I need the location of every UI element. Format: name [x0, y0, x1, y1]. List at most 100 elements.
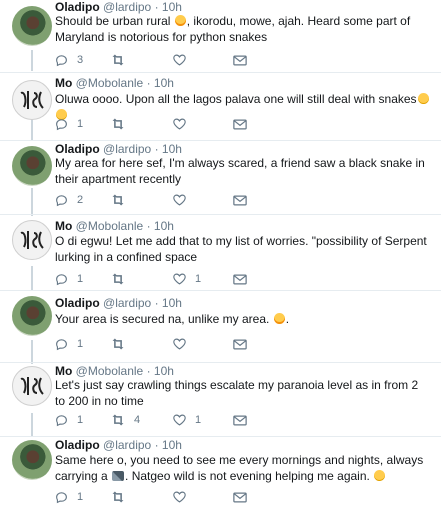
retweet-button[interactable] [111, 52, 134, 68]
retweet-button[interactable] [111, 271, 134, 287]
laughing-emoji-icon [174, 15, 186, 26]
heart-icon [173, 414, 186, 426]
author-name[interactable]: Mo [55, 364, 72, 378]
like-button[interactable]: 1 [173, 271, 201, 287]
retweet-button[interactable] [111, 336, 134, 352]
envelope-icon [233, 339, 247, 349]
retweet-button[interactable] [111, 116, 134, 132]
avatar[interactable] [12, 366, 52, 406]
tweet-text-part: Oluwa oooo. Upon all the lagos palava on… [55, 92, 417, 106]
reply-count: 1 [77, 118, 84, 130]
tweet[interactable]: Oladipo @lardipo · 10h Your area is secu… [0, 292, 441, 362]
reply-icon [56, 491, 67, 503]
dm-button[interactable] [233, 271, 247, 287]
tweet-separator [0, 362, 441, 363]
heart-icon [173, 194, 186, 206]
reply-button[interactable]: 1 [55, 336, 83, 352]
reply-button[interactable]: 1 [55, 412, 83, 428]
heart-icon [173, 491, 186, 503]
reply-count: 1 [77, 491, 84, 503]
tweet[interactable]: Mo @Mobolanle · 10h Let's just say crawl… [0, 364, 441, 436]
dm-button[interactable] [233, 489, 247, 505]
dm-button[interactable] [233, 116, 247, 132]
like-count: 1 [195, 273, 202, 285]
author-handle[interactable]: @Mobolanle [76, 76, 144, 90]
envelope-icon [233, 195, 247, 205]
author-handle[interactable]: @Mobolanle [76, 219, 144, 233]
timestamp[interactable]: 10h [162, 0, 182, 14]
separator-dot: · [146, 364, 151, 378]
heart-icon [173, 118, 186, 130]
tweet-text: Let's just say crawling things escalate … [55, 377, 430, 409]
reply-button[interactable]: 3 [55, 52, 83, 68]
author-handle[interactable]: @lardipo [103, 438, 151, 452]
like-button[interactable] [173, 116, 195, 132]
avatar[interactable] [12, 440, 52, 480]
tweet[interactable]: Oladipo @lardipo · 10h My area for here … [0, 142, 441, 214]
avatar-logo-icon [20, 91, 44, 109]
reply-icon [56, 194, 67, 206]
author-name[interactable]: Oladipo [55, 0, 100, 14]
author-handle[interactable]: @Mobolanle [76, 364, 144, 378]
timestamp[interactable]: 10h [154, 364, 174, 378]
avatar[interactable] [12, 146, 52, 186]
reply-button[interactable]: 1 [55, 116, 83, 132]
like-button[interactable] [173, 336, 195, 352]
smiling-emoji-icon [374, 470, 386, 481]
author-handle[interactable]: @lardipo [103, 0, 151, 14]
tweet-actions: 3 [55, 52, 285, 68]
timestamp[interactable]: 10h [162, 142, 182, 156]
timestamp[interactable]: 10h [162, 438, 182, 452]
tweet[interactable]: Oladipo @lardipo · 10h Same here o, you … [0, 437, 441, 503]
author-handle[interactable]: @lardipo [103, 296, 151, 310]
like-button[interactable] [173, 489, 195, 505]
reply-count: 1 [77, 414, 84, 426]
tweet-separator [0, 214, 441, 215]
retweet-button[interactable] [111, 489, 134, 505]
retweet-button[interactable]: 4 [111, 412, 140, 428]
tweet-separator [0, 72, 441, 73]
timestamp[interactable]: 10h [154, 76, 174, 90]
dm-button[interactable] [233, 192, 247, 208]
tweet-text-part: O di egwu! Let me add that to my list of… [55, 234, 427, 264]
author-name[interactable]: Oladipo [55, 438, 100, 452]
tweet-header: Oladipo @lardipo · 10h [55, 0, 182, 14]
retweet-button[interactable] [111, 192, 134, 208]
reply-icon [56, 414, 67, 426]
dm-button[interactable] [233, 412, 247, 428]
author-name[interactable]: Mo [55, 76, 72, 90]
author-name[interactable]: Oladipo [55, 296, 100, 310]
avatar-logo-icon [20, 231, 44, 249]
reply-icon [56, 54, 67, 66]
dm-button[interactable] [233, 52, 247, 68]
avatar[interactable] [12, 6, 52, 46]
author-name[interactable]: Oladipo [55, 142, 100, 156]
dm-button[interactable] [233, 336, 247, 352]
tweet-actions: 1 [55, 336, 285, 352]
tweet-actions: 1 1 [55, 271, 285, 287]
tweet[interactable]: Mo @Mobolanle · 10h O di egwu! Let me ad… [0, 216, 441, 290]
tweet-text-part: Should be urban rural [55, 14, 174, 28]
envelope-icon [233, 119, 247, 129]
tweet[interactable]: Oladipo @lardipo · 10h Should be urban r… [0, 0, 441, 72]
envelope-icon [233, 415, 247, 425]
tweet-actions: 1 [55, 489, 285, 505]
tweet-text: Should be urban rural , ikorodu, mowe, a… [55, 13, 430, 45]
reply-button[interactable]: 2 [55, 192, 83, 208]
author-name[interactable]: Mo [55, 219, 72, 233]
like-button[interactable] [173, 192, 195, 208]
author-handle[interactable]: @lardipo [103, 142, 151, 156]
avatar[interactable] [12, 80, 52, 120]
reply-button[interactable]: 1 [55, 271, 83, 287]
like-button[interactable]: 1 [173, 412, 201, 428]
tweet-header: Mo @Mobolanle · 10h [55, 219, 174, 233]
reply-icon [56, 273, 67, 285]
avatar[interactable] [12, 220, 52, 260]
reply-count: 2 [77, 194, 84, 206]
tweet[interactable]: Mo @Mobolanle · 10h Oluwa oooo. Upon all… [0, 74, 441, 140]
timestamp[interactable]: 10h [154, 219, 174, 233]
like-button[interactable] [173, 52, 195, 68]
reply-button[interactable]: 1 [55, 489, 83, 505]
avatar[interactable] [12, 296, 52, 336]
timestamp[interactable]: 10h [162, 296, 182, 310]
